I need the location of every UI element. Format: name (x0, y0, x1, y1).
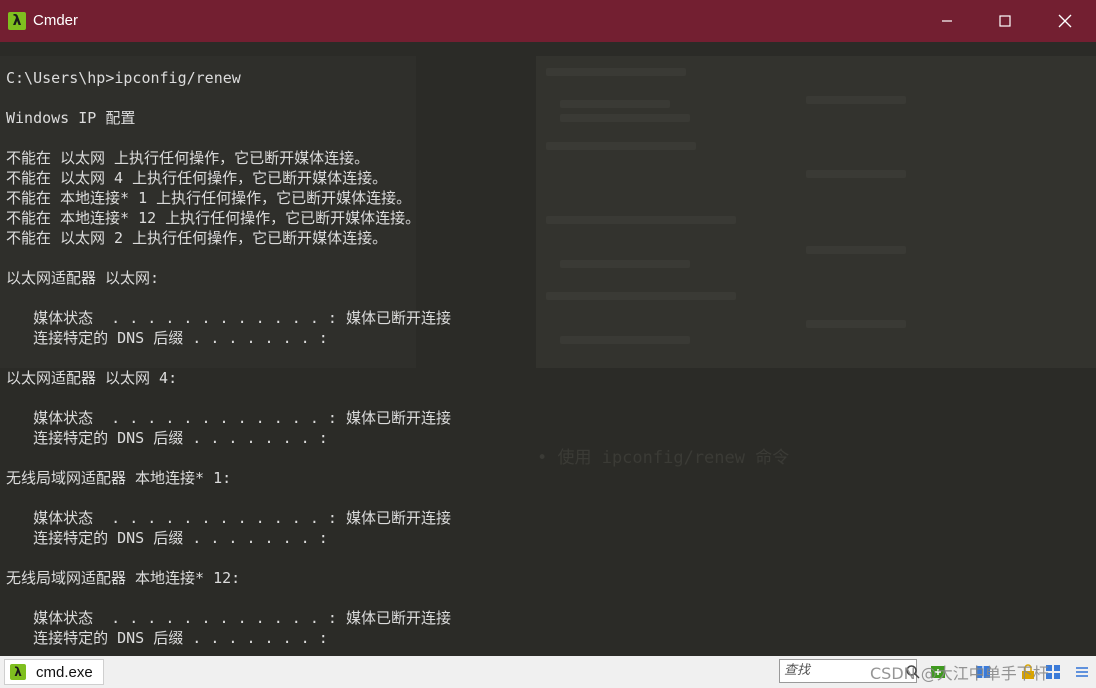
terminal-line: 媒体状态 . . . . . . . . . . . . : 媒体已断开连接 (6, 309, 451, 327)
terminal-output[interactable]: C:\Users\hp>ipconfig/renew Windows IP 配置不… (6, 68, 1086, 658)
terminal-line: 媒体状态 . . . . . . . . . . . . : 媒体已断开连接 (6, 409, 451, 427)
terminal-line: 连接特定的 DNS 后缀 . . . . . . . : (6, 429, 328, 447)
title-bar[interactable]: λ Cmder (0, 0, 1096, 42)
cmder-lambda-icon: λ (8, 12, 26, 30)
terminal-line: 连接特定的 DNS 后缀 . . . . . . . : (6, 529, 328, 547)
terminal-line: 无线局域网适配器 本地连接* 1: (6, 469, 232, 487)
terminal-line: 不能在 以太网 4 上执行任何操作，它已断开媒体连接。 (6, 169, 388, 187)
terminal-line: 媒体状态 . . . . . . . . . . . . : 媒体已断开连接 (6, 509, 451, 527)
minimize-icon (942, 20, 952, 22)
maximize-icon (999, 15, 1011, 27)
terminal-line: 媒体状态 . . . . . . . . . . . . : 媒体已断开连接 (6, 609, 451, 627)
maximize-button[interactable] (976, 0, 1034, 42)
terminal-line: 不能在 以太网 2 上执行任何操作，它已断开媒体连接。 (6, 229, 388, 247)
terminal-line: 不能在 本地连接* 12 上执行任何操作，它已断开媒体连接。 (6, 209, 421, 227)
terminal-line: Windows IP 配置 (6, 109, 136, 127)
terminal-line: 无线局域网适配器 本地连接* 12: (6, 569, 241, 587)
cmder-lambda-icon: λ (10, 664, 26, 680)
close-icon (1058, 14, 1072, 28)
menu-icon[interactable] (1074, 664, 1090, 680)
close-button[interactable] (1034, 0, 1096, 42)
csdn-watermark: CSDN @大江中单手下杆 (870, 664, 1049, 683)
terminal-line: 连接特定的 DNS 后缀 . . . . . . . : (6, 629, 328, 647)
cmder-window: • 使用 ipconfig/renew 命令 λ Cmder C:\Users\… (0, 0, 1096, 688)
minimize-button[interactable] (918, 0, 976, 42)
window-title: Cmder (33, 12, 79, 29)
terminal-line: 不能在 以太网 上执行任何操作，它已断开媒体连接。 (6, 149, 370, 167)
terminal-line: 不能在 本地连接* 1 上执行任何操作，它已断开媒体连接。 (6, 189, 412, 207)
terminal-line: C:\Users\hp>ipconfig/renew (6, 69, 241, 87)
terminal-line: 以太网适配器 以太网: (6, 269, 160, 287)
terminal-line: 以太网适配器 以太网 4: (6, 369, 178, 387)
terminal-line: 连接特定的 DNS 后缀 . . . . . . . : (6, 329, 328, 347)
console-tab-cmd[interactable]: λ cmd.exe (4, 659, 104, 685)
tab-label: cmd.exe (36, 663, 93, 681)
